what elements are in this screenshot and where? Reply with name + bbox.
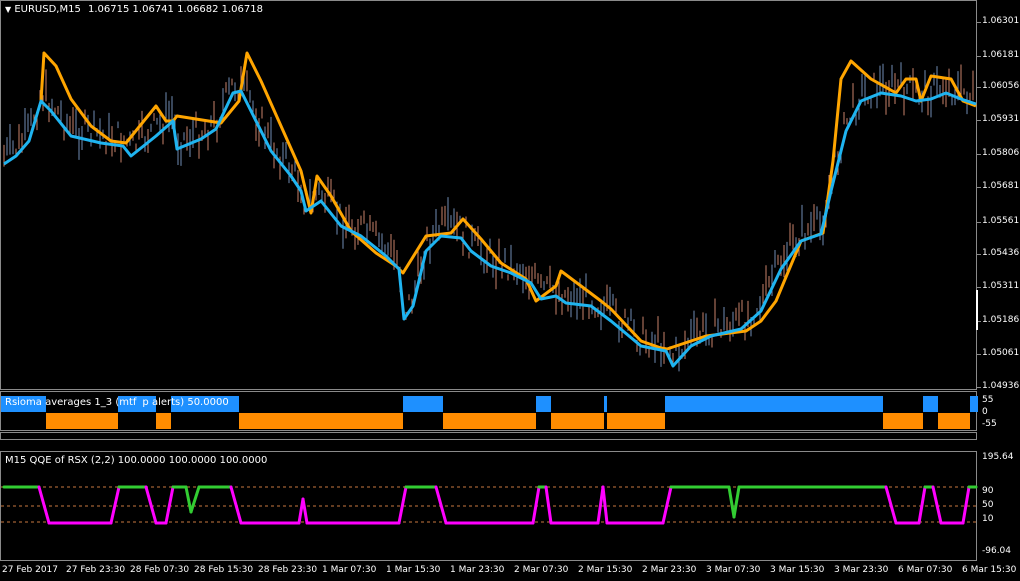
qqe-line-down [229,485,243,525]
time-axis-label: 1 Mar 07:30 [322,565,377,575]
price-axis-tick [977,120,981,121]
rsioma-bar-up [604,396,607,412]
price-axis-tick [977,287,981,288]
qqe-axis-max: 195.64 [982,452,1014,462]
qqe-line-up [189,485,201,514]
qqe-line-down [397,485,408,525]
price-axis-label: 1.05561 [982,216,1020,226]
rsioma-bar-down [156,413,171,429]
rsioma-axis-0: 0 [982,407,988,417]
qqe-title: M15 QQE of RSX (2,2) 100.0000 100.0000 1… [5,455,268,466]
price-axis-label: 1.05681 [982,181,1020,191]
qqe-axis-min: -96.04 [982,546,1012,556]
qqe-line-down [164,485,175,525]
qqe-axis-90: 90 [982,486,994,496]
time-axis-label: 3 Mar 15:30 [770,565,825,575]
price-chart-pane[interactable] [0,0,977,390]
price-axis-label: 1.06181 [982,50,1020,60]
price-axis-label: 1.05061 [982,348,1020,358]
time-axis-label: 3 Mar 23:30 [834,565,889,575]
rsioma-bar-down [239,413,403,429]
time-axis-label: 2 Mar 07:30 [514,565,569,575]
qqe-line-down [884,485,898,525]
price-axis-tick [977,56,981,57]
rsioma-bar-down [551,413,604,429]
price-axis-tick [977,154,981,155]
rsioma-bar-down [938,413,970,429]
qqe-line-down [434,485,448,525]
qqe-line-down [961,485,971,525]
empty-indicator-pane[interactable] [0,432,977,440]
dropdown-arrow-icon[interactable]: ▼ [5,5,11,14]
price-axis-label: 1.05311 [982,281,1020,291]
price-axis-tick [977,254,981,255]
rsioma-bar-up [403,396,443,412]
rsioma-title: Rsioma averages 1_3 (mtf p alerts) 50.000… [5,397,229,408]
time-axis-label: 1 Mar 15:30 [386,565,441,575]
price-axis-label: 1.05931 [982,114,1020,124]
qqe-line-down [917,485,927,525]
qqe-line-down [531,485,541,525]
time-axis-label: 27 Feb 23:30 [66,565,126,575]
qqe-line-down [931,485,943,525]
qqe-line-down [301,497,309,525]
qqe-line-down [601,485,609,525]
price-axis-tick [977,354,981,355]
rsioma-axis-neg55: -55 [982,419,997,429]
time-axis-label: 1 Mar 23:30 [450,565,505,575]
symbol-label: EURUSD,M15 [14,4,81,15]
qqe-line-down [37,485,51,525]
qqe-line-up [732,485,741,519]
price-chart[interactable] [1,1,978,391]
slow-ma-line [39,51,977,351]
qqe-chart [1,485,978,525]
price-axis-label: 1.06056 [982,81,1020,91]
time-axis-label: 6 Mar 07:30 [898,565,953,575]
ohlc-readout: 1.06715 1.06741 1.06682 1.06718 [88,4,263,15]
time-axis-label: 28 Feb 23:30 [258,565,318,575]
price-axis-tick [977,22,981,23]
qqe-axis-50: 50 [982,500,994,510]
rsioma-bar-down [607,413,665,429]
rsioma-bar-down [443,413,536,429]
rsioma-axis-55: 55 [982,395,994,405]
time-axis-label: 2 Mar 15:30 [578,565,633,575]
chart-shift-marker[interactable] [976,290,978,330]
price-axis-label: 1.05436 [982,248,1020,258]
chart-title: ▼ EURUSD,M15 1.06715 1.06741 1.06682 1.0… [5,4,263,15]
qqe-line-down [109,485,121,525]
price-axis-tick [977,187,981,188]
rsioma-bar-down [883,413,923,429]
rsioma-bar-up [536,396,551,412]
qqe-indicator-pane[interactable] [0,451,978,561]
time-axis-label: 3 Mar 07:30 [706,565,761,575]
rsioma-bar-down [46,413,118,429]
qqe-line-down [661,485,673,525]
time-axis-label: 28 Feb 07:30 [130,565,190,575]
price-axis-tick [977,222,981,223]
rsioma-bar-up [970,396,978,412]
time-axis-label: 27 Feb 2017 [2,565,59,575]
time-axis-label: 2 Mar 23:30 [642,565,697,575]
price-axis-tick [977,87,981,88]
qqe-line-up [184,485,193,514]
qqe-line-down [544,485,553,525]
price-axis-tick [977,387,981,388]
time-axis-label: 6 Mar 15:30 [962,565,1017,575]
price-axis-label: 1.06301 [982,16,1020,26]
price-axis-label: 1.04936 [982,381,1020,391]
rsioma-bar-up [665,396,883,412]
qqe-axis-10: 10 [982,514,994,524]
qqe-line-down [144,485,158,525]
price-axis-label: 1.05806 [982,148,1020,158]
time-axis-label: 28 Feb 15:30 [194,565,254,575]
rsioma-bar-up [923,396,938,412]
fast-ma-line [3,89,977,368]
price-axis-label: 1.05186 [982,315,1020,325]
